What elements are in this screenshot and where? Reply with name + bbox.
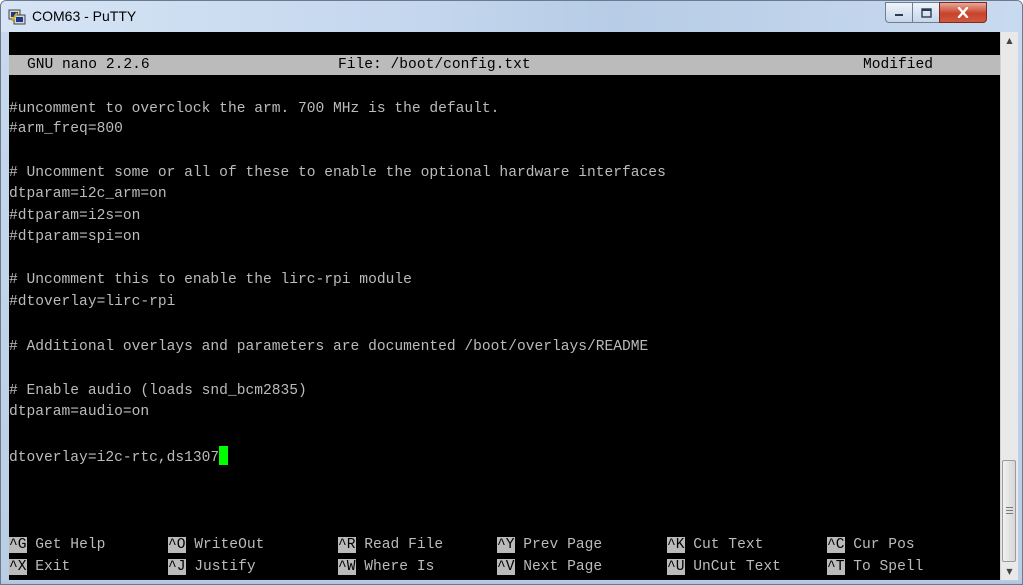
close-icon (957, 7, 969, 18)
minimize-button[interactable] (885, 2, 913, 23)
maximize-icon (920, 7, 932, 18)
grip-line (1006, 510, 1013, 511)
shortcut-to-spell[interactable]: ^T To Spell (827, 557, 923, 577)
shortcut-get-help[interactable]: ^G Get Help (9, 535, 105, 555)
shortcut-read-file[interactable]: ^R Read File (338, 535, 443, 555)
text-cursor (219, 446, 229, 465)
editor-line: #dtparam=i2s=on (9, 208, 141, 224)
shortcut-where-is[interactable]: ^W Where Is (338, 557, 434, 577)
shortcut-writeout[interactable]: ^O WriteOut (168, 535, 264, 555)
nano-version: GNU nano 2.2.6 (27, 57, 150, 73)
shortcut-exit[interactable]: ^X Exit (9, 557, 70, 577)
window-title: COM63 - PuTTY (32, 8, 137, 24)
nano-filename: File: /boot/config.txt (338, 57, 531, 73)
shortcut-next-page[interactable]: ^V Next Page (497, 557, 602, 577)
close-button[interactable] (939, 2, 987, 23)
shortcut-prev-page[interactable]: ^Y Prev Page (497, 535, 602, 555)
shortcut-uncut-text[interactable]: ^U UnCut Text (667, 557, 781, 577)
grip-line (1006, 513, 1013, 514)
minimize-icon (895, 13, 903, 16)
window-bottom-frame (1, 580, 1022, 584)
shortcut-row-2: ^X Exit ^J Justify ^W Where Is ^V Next P… (9, 557, 1000, 577)
scroll-down-arrow-icon[interactable]: ▼ (1001, 563, 1018, 580)
nano-status: Modified (863, 57, 934, 73)
editor-line: #dtoverlay=lirc-rpi (9, 294, 176, 310)
shortcut-cur-pos[interactable]: ^C Cur Pos (827, 535, 915, 555)
title-bar[interactable]: COM63 - PuTTY (1, 1, 1022, 32)
grip-line (1006, 507, 1013, 508)
editor-line: # Additional overlays and parameters are… (9, 339, 649, 355)
putty-window: COM63 - PuTTY GNU nano 2.2.6 File: /boot… (0, 0, 1023, 585)
scrollbar-thumb[interactable] (1002, 460, 1016, 562)
editor-line: #arm_freq=800 (9, 121, 123, 137)
editor-line: # Uncomment this to enable the lirc-rpi … (9, 272, 412, 288)
shortcut-cut-text[interactable]: ^K Cut Text (667, 535, 763, 555)
editor-line: # Uncomment some or all of these to enab… (9, 165, 666, 181)
shortcut-row-1: ^G Get Help ^O WriteOut ^R Read File ^Y … (9, 535, 1000, 555)
editor-line: # Enable audio (loads snd_bcm2835) (9, 383, 307, 399)
editor-line: dtparam=i2c_arm=on (9, 186, 167, 202)
editor-line: #dtparam=spi=on (9, 229, 141, 245)
editor-line: dtparam=audio=on (9, 404, 150, 420)
editor-line-current[interactable]: dtoverlay=i2c-rtc,ds1307 (9, 446, 229, 466)
editor-line: #uncomment to overclock the arm. 700 MHz… (9, 101, 500, 117)
nano-header-bar: GNU nano 2.2.6 File: /boot/config.txt Mo… (9, 55, 1000, 75)
vertical-scrollbar[interactable]: ▲ ▼ (1000, 32, 1018, 580)
scroll-up-arrow-icon[interactable]: ▲ (1001, 32, 1018, 49)
terminal-screen[interactable]: GNU nano 2.2.6 File: /boot/config.txt Mo… (9, 32, 1000, 580)
editor-line-text: dtoverlay=i2c-rtc,ds1307 (9, 450, 220, 466)
putty-icon[interactable] (8, 8, 26, 25)
shortcut-justify[interactable]: ^J Justify (168, 557, 256, 577)
maximize-button[interactable] (912, 2, 940, 23)
